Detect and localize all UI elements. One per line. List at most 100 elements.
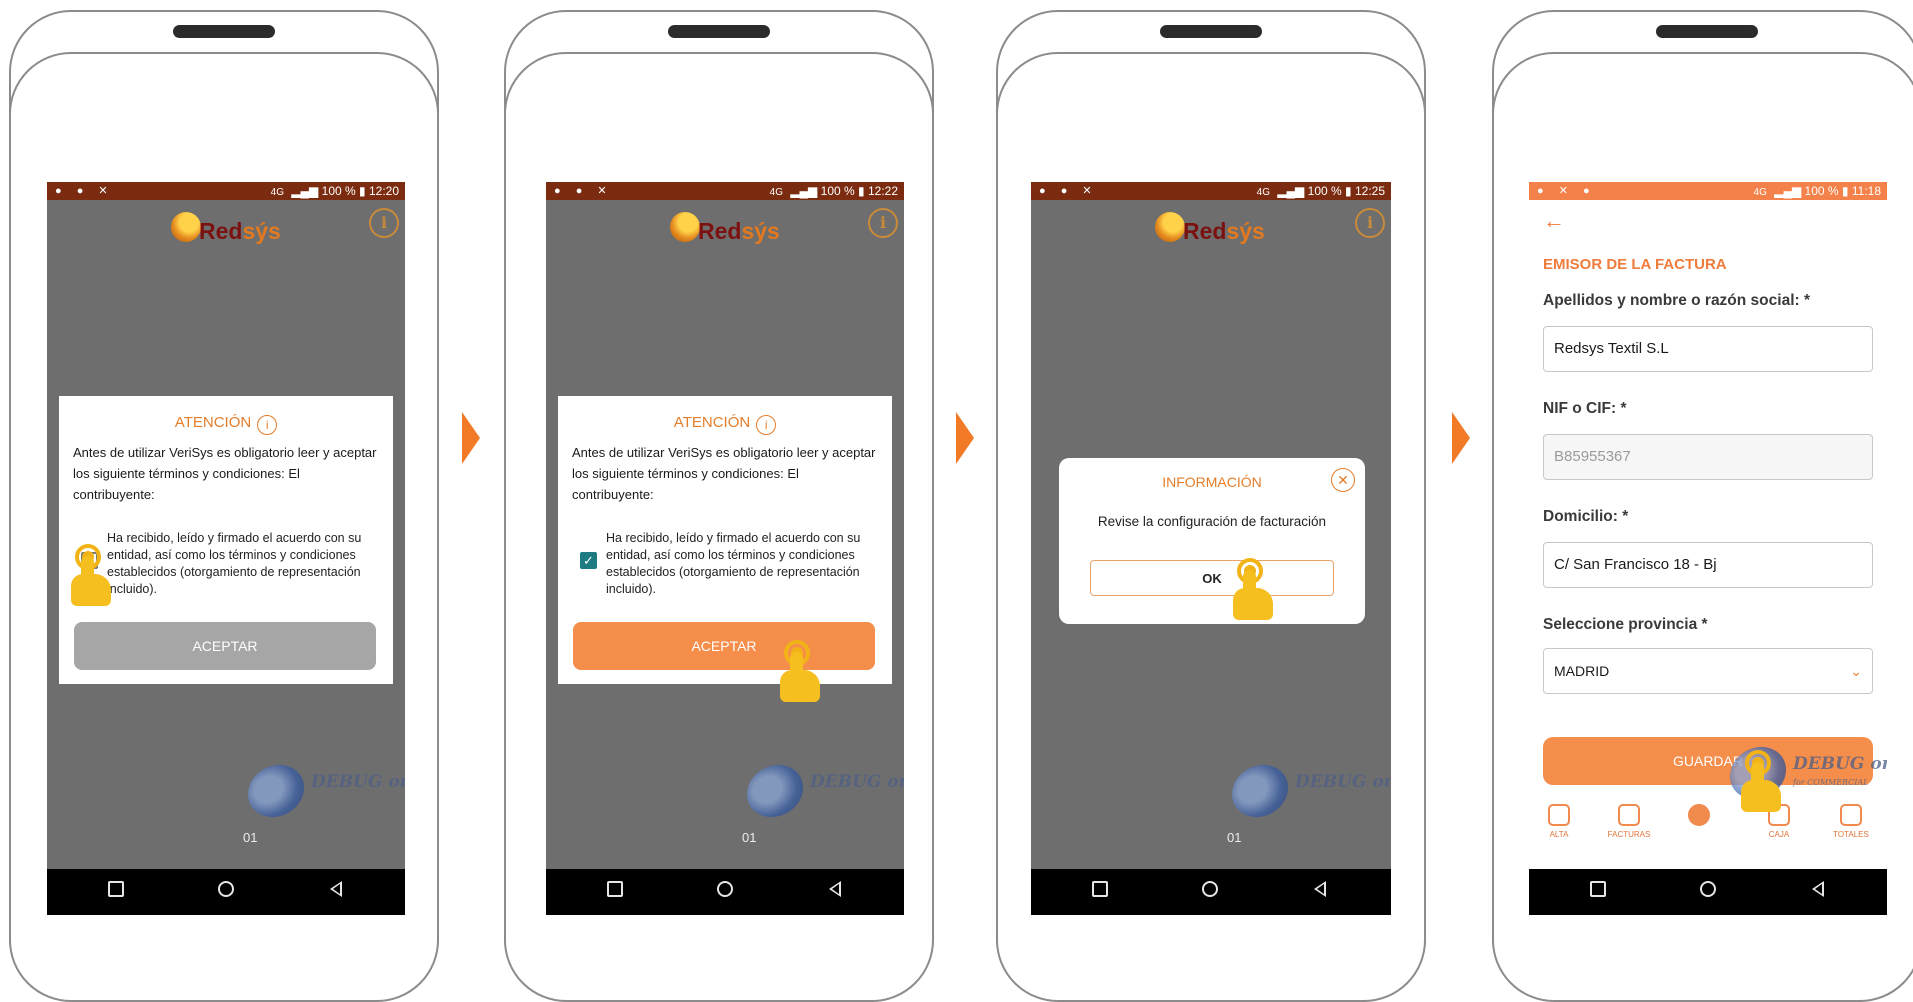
dialog-body: Antes de utilizar VeriSys es obligatorio… — [73, 445, 377, 502]
build-label: 01 — [1227, 830, 1242, 845]
recents-button[interactable] — [600, 881, 630, 902]
info-icon[interactable]: i — [868, 208, 898, 238]
back-button[interactable] — [321, 881, 351, 902]
screen-3: ● ● ✕ 4G ▂▄▆ 100 % ▮ 12:25 Redsýs i INFO… — [1031, 182, 1391, 915]
clock: 11:18 — [1851, 184, 1881, 198]
terms-dialog: ATENCIÓN i Antes de utilizar VeriSys es o… — [558, 396, 892, 684]
notification-icons: ● ● ✕ — [554, 185, 613, 197]
battery-icon: ▮ — [858, 184, 865, 198]
accept-button[interactable]: ACEPTAR — [74, 622, 376, 670]
nif-label: NIF o CIF: * — [1543, 400, 1627, 417]
home-button[interactable] — [1693, 881, 1723, 902]
android-nav-bar — [1529, 869, 1887, 915]
watermark-title: DEBUG only — [810, 772, 904, 792]
back-triangle-icon — [1812, 881, 1824, 897]
tag-icon — [1548, 804, 1570, 826]
province-label: Seleccione provincia * — [1543, 616, 1708, 633]
debug-watermark: DEBUG only — [238, 754, 405, 828]
debug-logo-icon — [238, 754, 314, 828]
province-select[interactable]: MADRID ⌄ — [1543, 648, 1873, 694]
status-right: 4G ▂▄▆ 100 % ▮ 12:22 — [770, 182, 898, 202]
phone-speaker — [1656, 25, 1758, 38]
notification-icons: ● ✕ ● — [1537, 185, 1596, 197]
logo-wordmark: Redsýs — [698, 218, 780, 244]
address-field[interactable]: C/ San Francisco 18 - Bj — [1543, 542, 1873, 588]
screen-4: ● ✕ ● 4G ▂▄▆ 100 % ▮ 11:18 ← EMISOR DE L… — [1529, 182, 1887, 915]
network-label: 4G — [1753, 187, 1767, 198]
home-button[interactable] — [211, 881, 241, 902]
back-arrow-icon[interactable]: ← — [1543, 208, 1565, 234]
back-button[interactable] — [1803, 881, 1833, 902]
dialog-title: ATENCIÓN i — [558, 414, 892, 435]
recents-button[interactable] — [1085, 881, 1115, 902]
circle-icon — [717, 881, 733, 897]
signal-icon: ▂▄▆ — [1277, 184, 1305, 198]
logo-ball-icon — [171, 212, 201, 242]
terms-checkbox-checked-icon[interactable]: ✓ — [580, 552, 597, 569]
menu-circle-icon — [1688, 804, 1710, 826]
nif-field[interactable]: B85955367 — [1543, 434, 1873, 480]
back-button[interactable] — [1305, 881, 1335, 902]
debug-logo-icon — [1222, 754, 1298, 828]
watermark-title: DEBUG only — [1295, 772, 1391, 792]
clock: 12:25 — [1354, 184, 1385, 198]
tap-hand-icon — [1737, 750, 1783, 814]
name-field[interactable]: Redsys Textil S.L — [1543, 326, 1873, 372]
close-icon[interactable]: ✕ — [1331, 468, 1355, 492]
phone-frame-2: ● ● ✕ 4G ▂▄▆ 100 % ▮ 12:22 Redsýs i ATEN… — [504, 10, 936, 1002]
accept-button[interactable]: ACEPTAR — [573, 622, 875, 670]
square-icon — [607, 881, 623, 897]
home-button[interactable] — [1195, 881, 1225, 902]
notification-icons: ● ● ✕ — [55, 185, 114, 197]
square-icon — [108, 881, 124, 897]
phone-frame-1: ● ● ✕ 4G ▂▄▆ 100 % ▮ 12:20 Redsýs i ATEN… — [9, 10, 441, 1002]
tab-facturas[interactable]: FACTURAS — [1599, 804, 1659, 839]
home-button[interactable] — [710, 881, 740, 902]
dialog-title: INFORMACIÓN — [1162, 474, 1262, 490]
terms-checkbox-row[interactable]: ✓ Ha recibido, leído y firmado el acuerd… — [572, 530, 888, 600]
dialog-body: Antes de utilizar VeriSys es obligatorio… — [572, 445, 876, 502]
recents-button[interactable] — [101, 881, 131, 902]
build-label: 01 — [243, 830, 258, 845]
logo-wordmark: Redsýs — [1183, 218, 1265, 244]
terms-checkbox-row[interactable]: Ha recibido, leído y firmado el acuerdo … — [73, 530, 389, 600]
battery-level: 100 % — [321, 184, 356, 198]
screen-2: ● ● ✕ 4G ▂▄▆ 100 % ▮ 12:22 Redsýs i ATEN… — [546, 182, 904, 915]
tap-hand-icon — [776, 640, 822, 704]
info-icon[interactable]: i — [369, 208, 399, 238]
address-label: Domicilio: * — [1543, 508, 1629, 525]
ok-button[interactable]: OK — [1090, 560, 1334, 596]
info-circle-icon: i — [257, 415, 278, 435]
square-icon — [1092, 881, 1108, 897]
phone-speaker — [173, 25, 275, 38]
watermark-title: DEBUG only — [311, 772, 405, 792]
app-bar: Redsýs i — [47, 200, 405, 250]
tab-menu[interactable] — [1669, 804, 1729, 830]
tab-totales[interactable]: TOTALES — [1821, 804, 1881, 839]
circle-icon — [1700, 881, 1716, 897]
battery-level: 100 % — [1307, 184, 1342, 198]
recents-button[interactable] — [1583, 881, 1613, 902]
app-bar: Redsýs i — [546, 200, 904, 250]
debug-watermark: DEBUG only — [1222, 754, 1391, 828]
back-triangle-icon — [1314, 881, 1326, 897]
back-triangle-icon — [829, 881, 841, 897]
info-circle-icon: i — [756, 415, 777, 435]
terms-dialog: ATENCIÓN i Antes de utilizar VeriSys es o… — [59, 396, 393, 684]
status-right: 4G ▂▄▆ 100 % ▮ 12:25 — [1257, 182, 1385, 202]
circle-icon — [218, 881, 234, 897]
battery-icon: ▮ — [1345, 184, 1352, 198]
name-label: Apellidos y nombre o razón social: * — [1543, 292, 1810, 309]
info-icon[interactable]: i — [1355, 208, 1385, 238]
section-title: EMISOR DE LA FACTURA — [1543, 256, 1727, 273]
phone-speaker — [1160, 25, 1262, 38]
tap-hand-icon — [67, 544, 113, 608]
network-label: 4G — [270, 187, 284, 198]
status-bar: ● ✕ ● 4G ▂▄▆ 100 % ▮ 11:18 — [1529, 182, 1887, 200]
android-nav-bar — [47, 869, 405, 915]
square-icon — [1590, 881, 1606, 897]
status-bar: ● ● ✕ 4G ▂▄▆ 100 % ▮ 12:25 — [1031, 182, 1391, 200]
watermark-subtitle: for COMMERCIAL — [1793, 778, 1869, 787]
tab-alta[interactable]: ALTA — [1529, 804, 1589, 839]
back-button[interactable] — [820, 881, 850, 902]
